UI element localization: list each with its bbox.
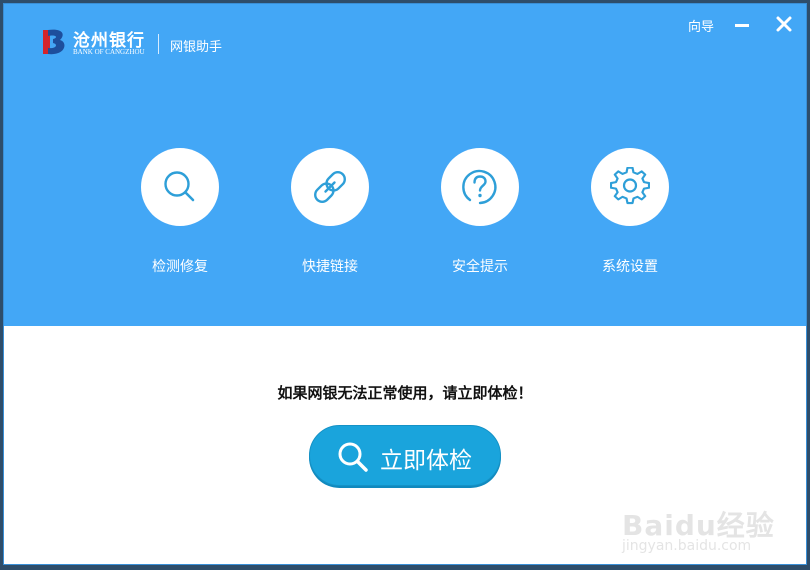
tool-label: 快捷链接 (302, 259, 358, 275)
question-icon (462, 169, 497, 205)
title-divider (158, 34, 159, 54)
tool-system-settings[interactable]: 系统设置 (580, 148, 680, 280)
title-bar[interactable]: 沧州银行 BANK OF CANGZHOU 网银助手 向导 (4, 4, 806, 64)
search-icon (164, 171, 195, 202)
tool-icon-circle (591, 148, 669, 226)
watermark-url: jingyan.baidu.com (622, 538, 752, 554)
header-panel: 沧州银行 BANK OF CANGZHOU 网银助手 向导 检测修复 快捷链接 … (4, 4, 806, 326)
bank-name-en: BANK OF CANGZHOU (73, 48, 145, 56)
close-button[interactable] (772, 12, 796, 36)
link-icon (314, 171, 346, 203)
bank-logo-icon (43, 29, 65, 55)
tool-icon-circle (141, 148, 219, 226)
app-window: 沧州银行 BANK OF CANGZHOU 网银助手 向导 检测修复 快捷链接 … (3, 3, 807, 565)
search-icon (338, 442, 368, 472)
tool-icon-circle (291, 148, 369, 226)
tool-icon-circle (441, 148, 519, 226)
tool-diagnose-repair[interactable]: 检测修复 (130, 148, 230, 280)
minimize-button[interactable] (730, 12, 754, 36)
minimize-icon (735, 24, 749, 27)
watermark: Baidu经验 jingyan.baidu.com (622, 488, 774, 558)
close-icon (776, 16, 792, 32)
tool-security-tips[interactable]: 安全提示 (430, 148, 530, 280)
guide-link[interactable]: 向导 (688, 16, 714, 35)
bank-logo: 沧州银行 BANK OF CANGZHOU (40, 26, 152, 60)
gear-icon (610, 167, 650, 205)
tool-quick-links[interactable]: 快捷链接 (280, 148, 380, 280)
tool-label: 检测修复 (152, 259, 208, 275)
check-prompt: 如果网银无法正常使用，请立即体检！ (277, 384, 533, 402)
check-now-label: 立即体检 (380, 448, 472, 474)
tool-label: 系统设置 (602, 259, 658, 275)
check-now-button[interactable]: 立即体检 (309, 425, 501, 486)
app-title: 网银助手 (170, 40, 223, 55)
tool-label: 安全提示 (452, 259, 508, 275)
